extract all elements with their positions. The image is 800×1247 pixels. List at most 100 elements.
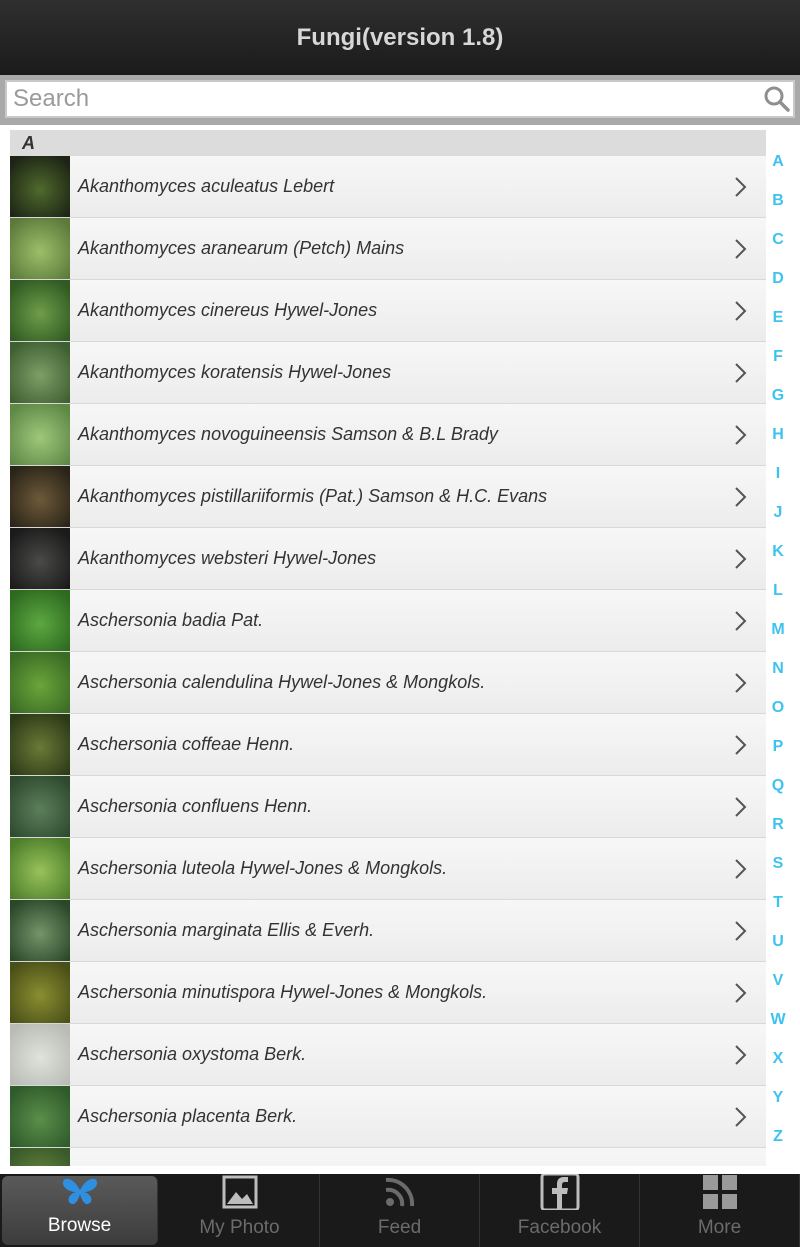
index-letter[interactable]: C — [766, 228, 790, 267]
chevron-right-icon — [735, 920, 747, 941]
index-letter[interactable]: F — [766, 345, 790, 384]
list-item[interactable]: Akanthomyces koratensis Hywel-Jones — [10, 342, 766, 404]
index-letter[interactable]: E — [766, 306, 790, 345]
index-letter[interactable]: B — [766, 189, 790, 228]
species-name: Akanthomyces pistillariiformis (Pat.) Sa… — [78, 486, 548, 506]
tab-label: More — [697, 1217, 742, 1238]
species-thumbnail — [10, 776, 70, 837]
species-thumbnail — [10, 1024, 70, 1085]
list-item[interactable]: Aschersonia badia Pat. — [10, 590, 766, 652]
species-name: Aschersonia confluens Henn. — [78, 796, 313, 816]
tab-facebook[interactable]: Facebook — [480, 1172, 640, 1247]
grid-icon — [700, 1174, 740, 1215]
list-item[interactable]: Aschersonia minutispora Hywel-Jones & Mo… — [10, 962, 766, 1024]
index-letter[interactable]: I — [766, 462, 790, 501]
species-name: Aschersonia placenta Berk. — [78, 1106, 298, 1126]
search-icon[interactable] — [763, 85, 791, 113]
species-thumbnail — [10, 528, 70, 589]
species-name: Aschersonia luteola Hywel-Jones & Mongko… — [78, 858, 448, 878]
species-name: Akanthomyces cinereus Hywel-Jones — [78, 300, 378, 320]
tab-browse[interactable]: Browse — [2, 1176, 158, 1245]
list-item[interactable]: Aschersonia coffeae Henn. — [10, 714, 766, 776]
chevron-right-icon — [735, 858, 747, 879]
index-letter[interactable]: K — [766, 540, 790, 579]
index-letter[interactable]: Z — [766, 1125, 790, 1164]
species-thumbnail — [10, 404, 70, 465]
chevron-right-icon — [735, 1044, 747, 1065]
species-thumbnail — [10, 466, 70, 527]
list-item[interactable]: Aschersonia luteola Hywel-Jones & Mongko… — [10, 838, 766, 900]
chevron-right-icon — [735, 548, 747, 569]
chevron-right-icon — [735, 424, 747, 445]
index-letter[interactable]: J — [766, 501, 790, 540]
tab-bar: Browse My Photo Feed Facebook More — [0, 1172, 800, 1247]
tab-my-photo[interactable]: My Photo — [160, 1174, 320, 1247]
butterfly-icon — [60, 1172, 100, 1213]
index-letter[interactable]: V — [766, 969, 790, 1008]
species-name: Aschersonia calendulina Hywel-Jones & Mo… — [78, 672, 486, 692]
species-name: Aschersonia minutispora Hywel-Jones & Mo… — [78, 982, 488, 1002]
list-item[interactable]: Akanthomyces cinereus Hywel-Jones — [10, 280, 766, 342]
chevron-right-icon — [735, 1106, 747, 1127]
title-bar: Fungi(version 1.8) — [0, 0, 800, 75]
index-letter[interactable]: A — [766, 150, 790, 189]
list-item[interactable]: Akanthomyces pistillariiformis (Pat.) Sa… — [10, 466, 766, 528]
search-input[interactable] — [7, 82, 753, 116]
species-name: Akanthomyces aculeatus Lebert — [78, 176, 335, 196]
index-letter[interactable]: W — [766, 1008, 790, 1047]
index-letter[interactable]: M — [766, 618, 790, 657]
list-item[interactable]: Aschersonia marginata Ellis & Everh. — [10, 900, 766, 962]
chevron-right-icon — [735, 362, 747, 383]
chevron-right-icon — [735, 734, 747, 755]
species-name: Akanthomyces aranearum (Petch) Mains — [78, 238, 405, 258]
tab-label: Facebook — [517, 1217, 602, 1238]
tab-more[interactable]: More — [640, 1174, 800, 1247]
list-item[interactable]: Akanthomyces aranearum (Petch) Mains — [10, 218, 766, 280]
species-thumbnail — [10, 280, 70, 341]
species-thumbnail — [10, 218, 70, 279]
search-box — [5, 80, 795, 118]
list-item[interactable]: Aschersonia confluens Henn. — [10, 776, 766, 838]
photo-icon — [220, 1174, 260, 1215]
species-name: Akanthomyces koratensis Hywel-Jones — [78, 362, 392, 382]
index-letter[interactable]: R — [766, 813, 790, 852]
chevron-right-icon — [735, 982, 747, 1003]
index-letter[interactable]: N — [766, 657, 790, 696]
chevron-right-icon — [735, 176, 747, 197]
app-title: Fungi(version 1.8) — [296, 23, 504, 51]
species-thumbnail — [10, 900, 70, 961]
index-letter[interactable]: D — [766, 267, 790, 306]
species-list[interactable]: A Akanthomyces aculeatus Lebert Akanthomy… — [10, 130, 766, 1166]
index-letter[interactable]: Q — [766, 774, 790, 813]
list-item[interactable]: Akanthomyces aculeatus Lebert — [10, 156, 766, 218]
facebook-icon — [540, 1172, 580, 1215]
search-bar — [0, 75, 800, 125]
index-letter[interactable]: S — [766, 852, 790, 891]
species-name: Akanthomyces novoguineensis Samson & B.L… — [78, 424, 498, 444]
species-thumbnail — [10, 962, 70, 1023]
index-letter[interactable]: H — [766, 423, 790, 462]
chevron-right-icon — [735, 238, 747, 259]
species-name: Aschersonia coffeae Henn. — [78, 734, 295, 754]
list-item[interactable]: Aschersonia oxystoma Berk. — [10, 1024, 766, 1086]
tab-feed[interactable]: Feed — [320, 1174, 480, 1247]
list-item[interactable]: Akanthomyces novoguineensis Samson & B.L… — [10, 404, 766, 466]
list-item[interactable]: Aschersonia samoensis Henn. — [10, 1148, 766, 1166]
tab-label: Feed — [377, 1217, 422, 1238]
index-letter[interactable]: X — [766, 1047, 790, 1086]
species-thumbnail — [10, 590, 70, 651]
chevron-right-icon — [735, 300, 747, 321]
list-item[interactable]: Akanthomyces websteri Hywel-Jones — [10, 528, 766, 590]
alphabet-index[interactable]: ABCDEFGHIJKLMNOPQRSTUVWXYZ — [766, 150, 790, 1150]
index-letter[interactable]: T — [766, 891, 790, 930]
index-letter[interactable]: Y — [766, 1086, 790, 1125]
index-letter[interactable]: G — [766, 384, 790, 423]
index-letter[interactable]: P — [766, 735, 790, 774]
list-item[interactable]: Aschersonia placenta Berk. — [10, 1086, 766, 1148]
index-letter[interactable]: L — [766, 579, 790, 618]
index-letter[interactable]: O — [766, 696, 790, 735]
rss-icon — [380, 1174, 420, 1215]
list-item[interactable]: Aschersonia calendulina Hywel-Jones & Mo… — [10, 652, 766, 714]
index-letter[interactable]: U — [766, 930, 790, 969]
species-thumbnail — [10, 342, 70, 403]
